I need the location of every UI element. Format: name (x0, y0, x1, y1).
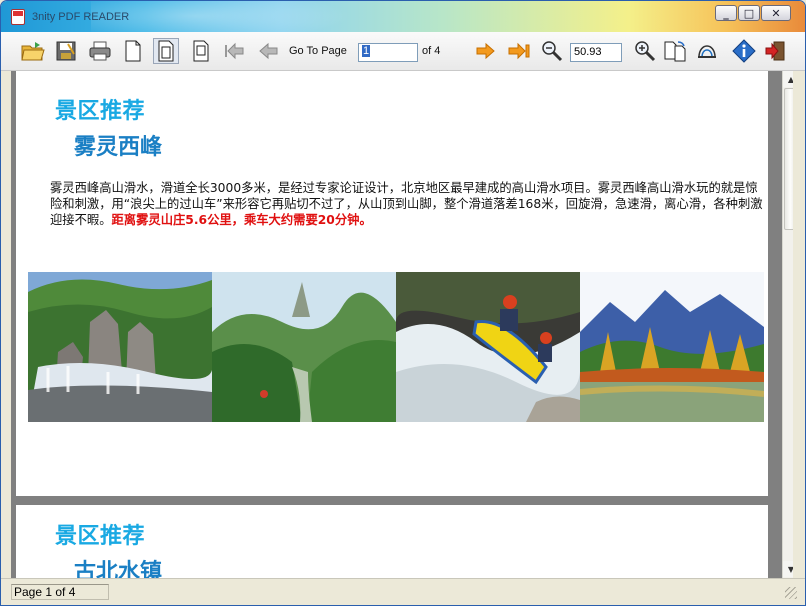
rotate-icon[interactable] (662, 38, 688, 64)
photo-strip (28, 272, 764, 422)
vertical-scrollbar[interactable]: ▲ ▼ (782, 71, 793, 578)
page-paragraph: 雾灵西峰高山滑水，滑道全长3000多米，是经过专家论证设计，北京地区最早建成的高… (50, 180, 764, 228)
app-icon[interactable] (11, 9, 25, 25)
window-title: 3nity PDF READER (32, 11, 130, 23)
info-icon[interactable] (731, 38, 757, 64)
window-controls: _ □ ✕ (715, 5, 791, 21)
zoom-in-icon[interactable] (632, 38, 658, 64)
blank-page-icon[interactable] (120, 38, 146, 64)
properties-icon[interactable] (694, 38, 720, 64)
page-number-input[interactable]: 1 (358, 43, 418, 62)
open-folder-icon[interactable] (20, 38, 46, 64)
green-mountain-valley-photo (212, 272, 396, 422)
rock-waterfall-photo (28, 272, 212, 422)
pdf-page-1: 景区推荐 雾灵西峰 雾灵西峰高山滑水，滑道全长3000多米，是经过专家论证设计，… (16, 71, 768, 496)
status-bar: Page 1 of 4 (1, 578, 805, 605)
first-page-icon[interactable] (221, 38, 247, 64)
fit-page-icon[interactable] (188, 38, 214, 64)
document-viewer[interactable]: 景区推荐 雾灵西峰 雾灵西峰高山滑水，滑道全长3000多米，是经过专家论证设计，… (11, 71, 793, 578)
exit-icon[interactable] (763, 38, 789, 64)
toolbar: Go To Page 1 of 4 50.93 (1, 32, 805, 71)
zoom-out-icon[interactable] (539, 38, 565, 64)
title-bar[interactable]: 3nity PDF READER _ □ ✕ (1, 1, 805, 41)
page-count-label: of 4 (422, 45, 441, 57)
save-icon[interactable] (53, 38, 79, 64)
minimize-button[interactable]: _ (715, 5, 737, 21)
page-number-value: 1 (362, 45, 371, 57)
page-heading: 景区推荐 (55, 99, 146, 124)
page-subheading: 古北水镇 (74, 560, 163, 578)
print-icon[interactable] (87, 38, 113, 64)
app-window: 3nity PDF READER _ □ ✕ Go To Page 1 of 4… (0, 0, 806, 606)
scroll-down-button[interactable]: ▼ (783, 561, 793, 577)
last-page-icon[interactable] (506, 38, 532, 64)
single-page-icon[interactable] (153, 38, 179, 64)
page-heading: 景区推荐 (55, 524, 146, 549)
maximize-button[interactable]: □ (738, 5, 760, 21)
scroll-thumb[interactable] (784, 88, 793, 230)
scroll-up-button[interactable]: ▲ (783, 71, 793, 87)
go-to-page-label: Go To Page (289, 45, 347, 57)
page-status: Page 1 of 4 (11, 584, 109, 600)
resize-grip[interactable] (785, 587, 797, 599)
next-page-icon[interactable] (473, 38, 499, 64)
zoom-input[interactable]: 50.93 (570, 43, 622, 62)
previous-page-icon[interactable] (255, 38, 281, 64)
pdf-page-2: 景区推荐 古北水镇 (16, 505, 768, 578)
page-subheading: 雾灵西峰 (74, 135, 163, 160)
paragraph-highlight: 距离雾灵山庄5.6公里，乘车大约需要20分钟。 (111, 213, 372, 227)
whitewater-rafting-photo (396, 272, 580, 422)
close-button[interactable]: ✕ (761, 5, 791, 21)
autumn-lake-mountain-photo (580, 272, 764, 422)
